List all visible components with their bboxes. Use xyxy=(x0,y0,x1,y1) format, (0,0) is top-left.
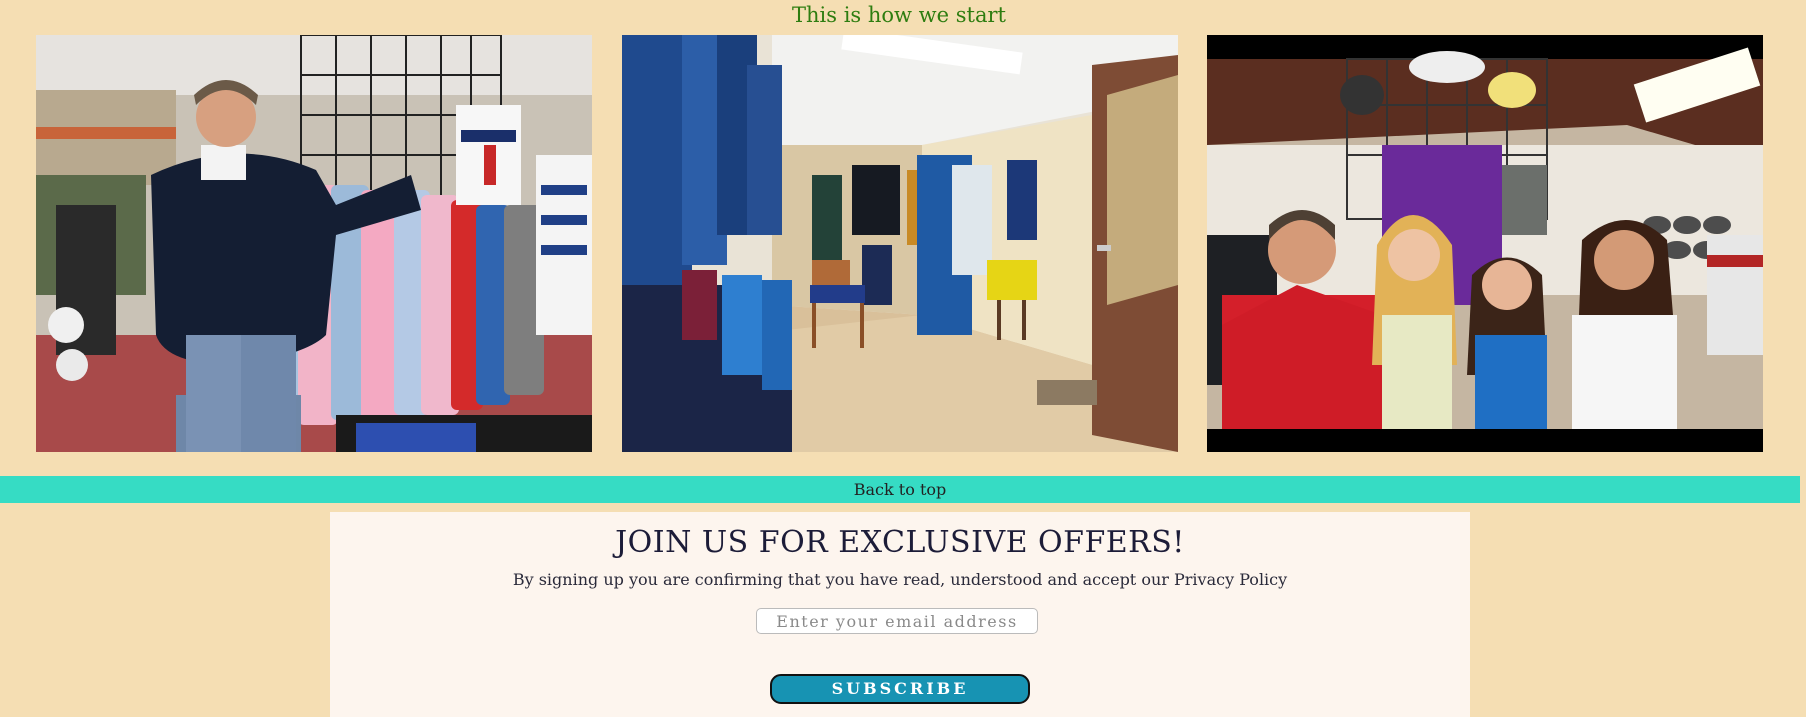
subscribe-button[interactable]: SUBSCRIBE xyxy=(770,674,1030,704)
newsletter-panel: JOIN US FOR EXCLUSIVE OFFERS! By signing… xyxy=(330,512,1470,717)
back-to-top-link[interactable]: Back to top xyxy=(0,476,1800,503)
store-photo-owner xyxy=(36,35,592,452)
newsletter-title: JOIN US FOR EXCLUSIVE OFFERS! xyxy=(615,525,1185,560)
store-photo-team xyxy=(1207,35,1763,452)
gallery-heading: This is how we start xyxy=(792,3,1006,27)
email-field[interactable] xyxy=(756,608,1038,634)
newsletter-description: By signing up you are confirming that yo… xyxy=(512,570,1288,589)
store-photo-interior xyxy=(622,35,1178,452)
